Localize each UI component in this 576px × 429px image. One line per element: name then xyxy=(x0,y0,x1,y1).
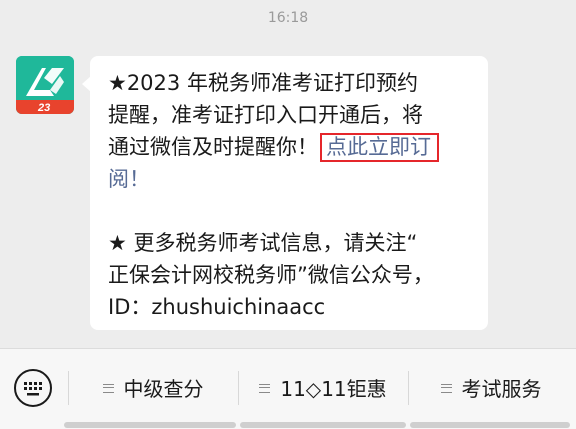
menu-underline xyxy=(64,422,236,428)
menu-item-score-check[interactable]: 中级查分 xyxy=(70,373,236,405)
subscribe-link[interactable]: 点此立即订 xyxy=(320,133,439,162)
message-line: ID：zhushuichinaacc xyxy=(108,295,326,319)
menu-item-label: 考试服务 xyxy=(461,377,542,401)
message-line: 阅！ xyxy=(108,163,474,195)
official-account-menu-bar: 中级查分 11◇11钜惠 考试服务 xyxy=(0,348,576,429)
message-line: 提醒，准考证打印入口开通后，将 xyxy=(108,103,423,127)
menu-list-icon xyxy=(440,384,452,393)
keyboard-toggle-button[interactable] xyxy=(12,367,54,409)
menu-item-exam-service[interactable]: 考试服务 xyxy=(410,373,572,405)
message-line: 通过微信及时提醒你！ 点此立即订 xyxy=(108,131,474,163)
menu-item-promo[interactable]: 11◇11钜惠 xyxy=(240,373,406,405)
message-bubble: ★2023 年税务师准考证打印预约 提醒，准考证打印入口开通后，将 通过微信及时… xyxy=(90,56,488,330)
menu-item-label: 11◇11钜惠 xyxy=(280,377,387,401)
menu-divider xyxy=(238,371,239,405)
menu-list-icon xyxy=(259,384,271,393)
avatar-badge-text: 23 xyxy=(37,102,50,114)
logo-icon: 23 xyxy=(16,56,74,114)
subscribe-link-continued[interactable]: 阅！ xyxy=(108,167,150,191)
menu-item-label: 中级查分 xyxy=(123,377,204,401)
message-line: 正保会计网校税务师”微信公众号， xyxy=(108,263,434,287)
sender-avatar[interactable]: 23 xyxy=(16,56,74,114)
menu-underline xyxy=(240,422,406,428)
menu-underline xyxy=(410,422,570,428)
keyboard-icon xyxy=(14,369,52,407)
message-line: ★2023 年税务师准考证打印预约 xyxy=(108,71,418,95)
menu-divider xyxy=(408,371,409,405)
menu-list-icon xyxy=(102,384,114,393)
menu-divider xyxy=(68,371,69,405)
message-timestamp: 16:18 xyxy=(267,10,309,26)
message-line: ★ 更多税务师考试信息，请关注“ xyxy=(108,231,418,255)
message-text: 通过微信及时提醒你！ xyxy=(108,135,318,159)
